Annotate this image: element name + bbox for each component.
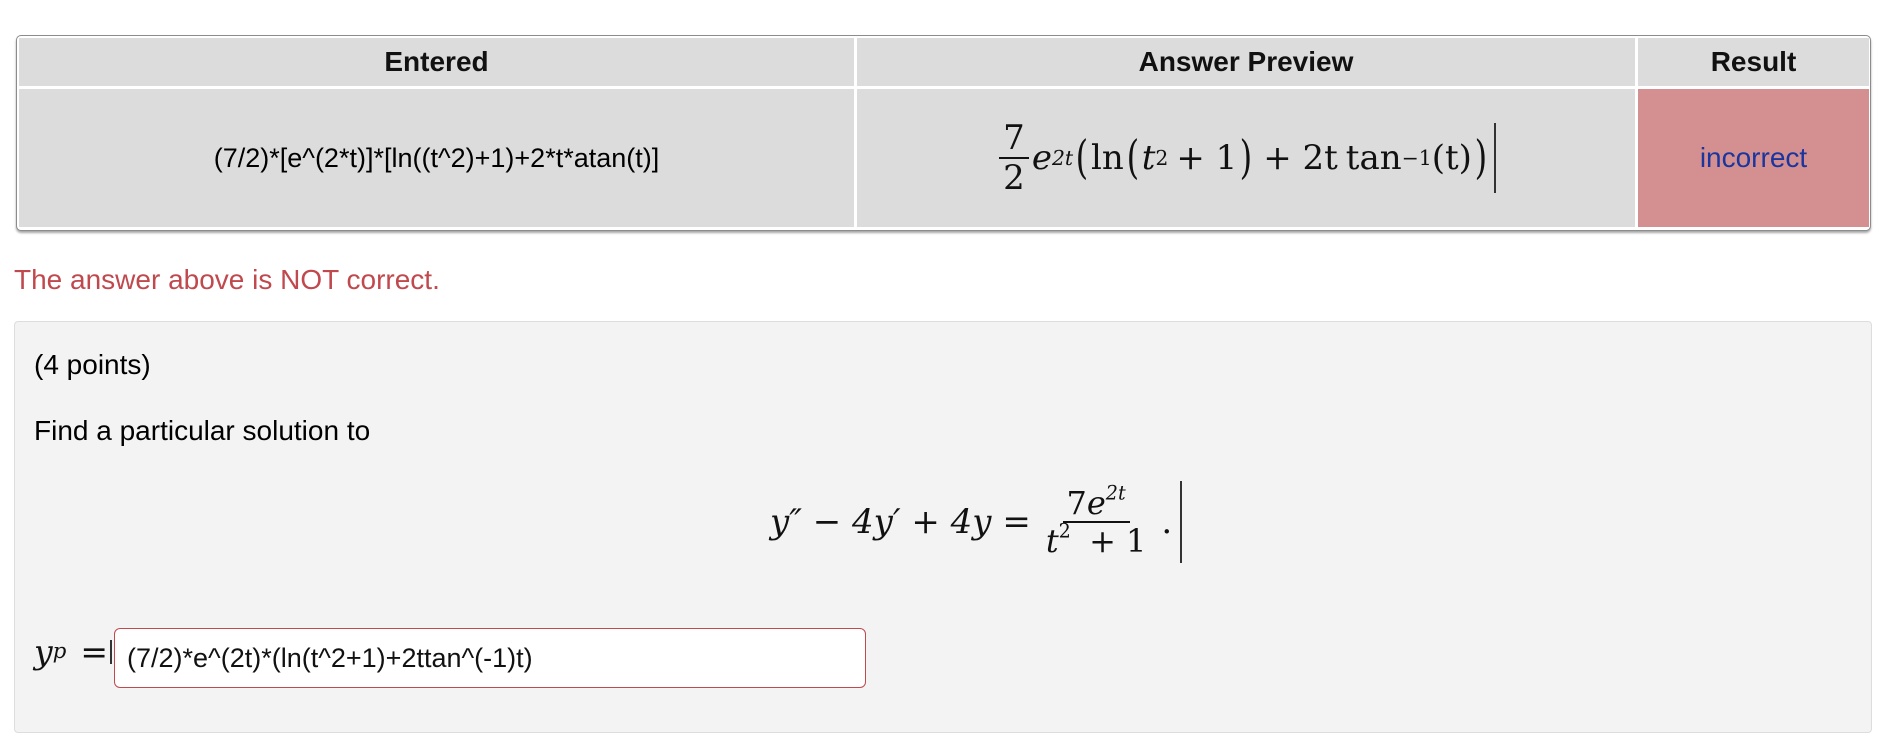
coef-numerator: 7 [999,121,1029,159]
answer-label-sub: p [52,638,67,664]
preview-open-outer: ( [1075,130,1089,185]
result-cell: incorrect [1638,89,1869,227]
rhs-numerator: 7e2t [1062,484,1130,523]
answer-input[interactable] [114,628,866,688]
problem-points: (4 points) [34,349,151,380]
result-status: incorrect [1699,142,1808,173]
header-entered: Entered [19,38,854,86]
rhs-num-coef: 7 [1066,484,1087,522]
rhs-den-var: t [1045,522,1059,560]
preview-open-inner: ( [1126,130,1140,185]
preview-t: t [1141,138,1156,178]
differential-equation: y″ − 4y′ + 4y = 7e2t t2 + 1 . [770,477,1183,567]
header-answer-preview: Answer Preview [857,38,1635,86]
page: Entered Answer Preview Result (7/2)*[e^(… [0,0,1881,738]
results-table: Entered Answer Preview Result (7/2)*[e^(… [16,35,1871,231]
preview-plus-one: + 1 [1176,138,1238,178]
equation-cursor-bar [1180,481,1183,563]
preview-close-inner: ) [1239,130,1253,185]
rhs-den-rest: + 1 [1089,522,1147,560]
preview-plus-2t: + 2t [1263,138,1338,178]
feedback-message: The answer above is NOT correct. [14,264,440,295]
rhs-den-exp: 2 [1058,519,1071,543]
answer-label-var: y [34,632,53,671]
equation-math: y″ − 4y′ + 4y = 7e2t t2 + 1 . [770,481,1183,563]
answer-label-eq: = [80,632,109,671]
equation-rhs-fraction: 7e2t t2 + 1 [1042,484,1151,560]
header-result: Result [1638,38,1869,86]
equation-terminator: . [1161,502,1173,542]
rhs-num-exp: 2t [1105,481,1126,505]
answer-label: yp = [34,632,112,671]
preview-tan: tan [1345,138,1402,178]
rhs-denominator: t2 + 1 [1042,519,1151,560]
preview-ln: ln [1091,138,1124,178]
preview-coefficient: 7 2 [999,121,1029,195]
entered-cell: (7/2)*[e^(2*t)]*[ln((t^2)+1)+2*t*atan(t)… [19,89,854,227]
problem-prompt: Find a particular solution to [34,415,371,446]
coef-denominator: 2 [1003,158,1025,198]
preview-exponent: 2t [1051,146,1074,170]
preview-cursor-bar [1493,123,1496,193]
preview-close-outer: ) [1474,130,1488,185]
preview-base: e [1031,138,1052,178]
rhs-num-base: e [1086,484,1106,522]
answer-label-bar [110,639,112,664]
problem-panel: (4 points) Find a particular solution to… [14,321,1872,733]
answer-preview-cell: 7 2 e 2t ( ln ( t2 + 1 ) + 2t tan −1 (t) ) [857,89,1635,227]
equation-lhs: y″ − 4y′ + 4y = [770,502,1031,542]
answer-preview-math: 7 2 e 2t ( ln ( t2 + 1 ) + 2t tan −1 (t) ) [996,121,1496,195]
preview-tan-arg: (t) [1431,138,1472,178]
